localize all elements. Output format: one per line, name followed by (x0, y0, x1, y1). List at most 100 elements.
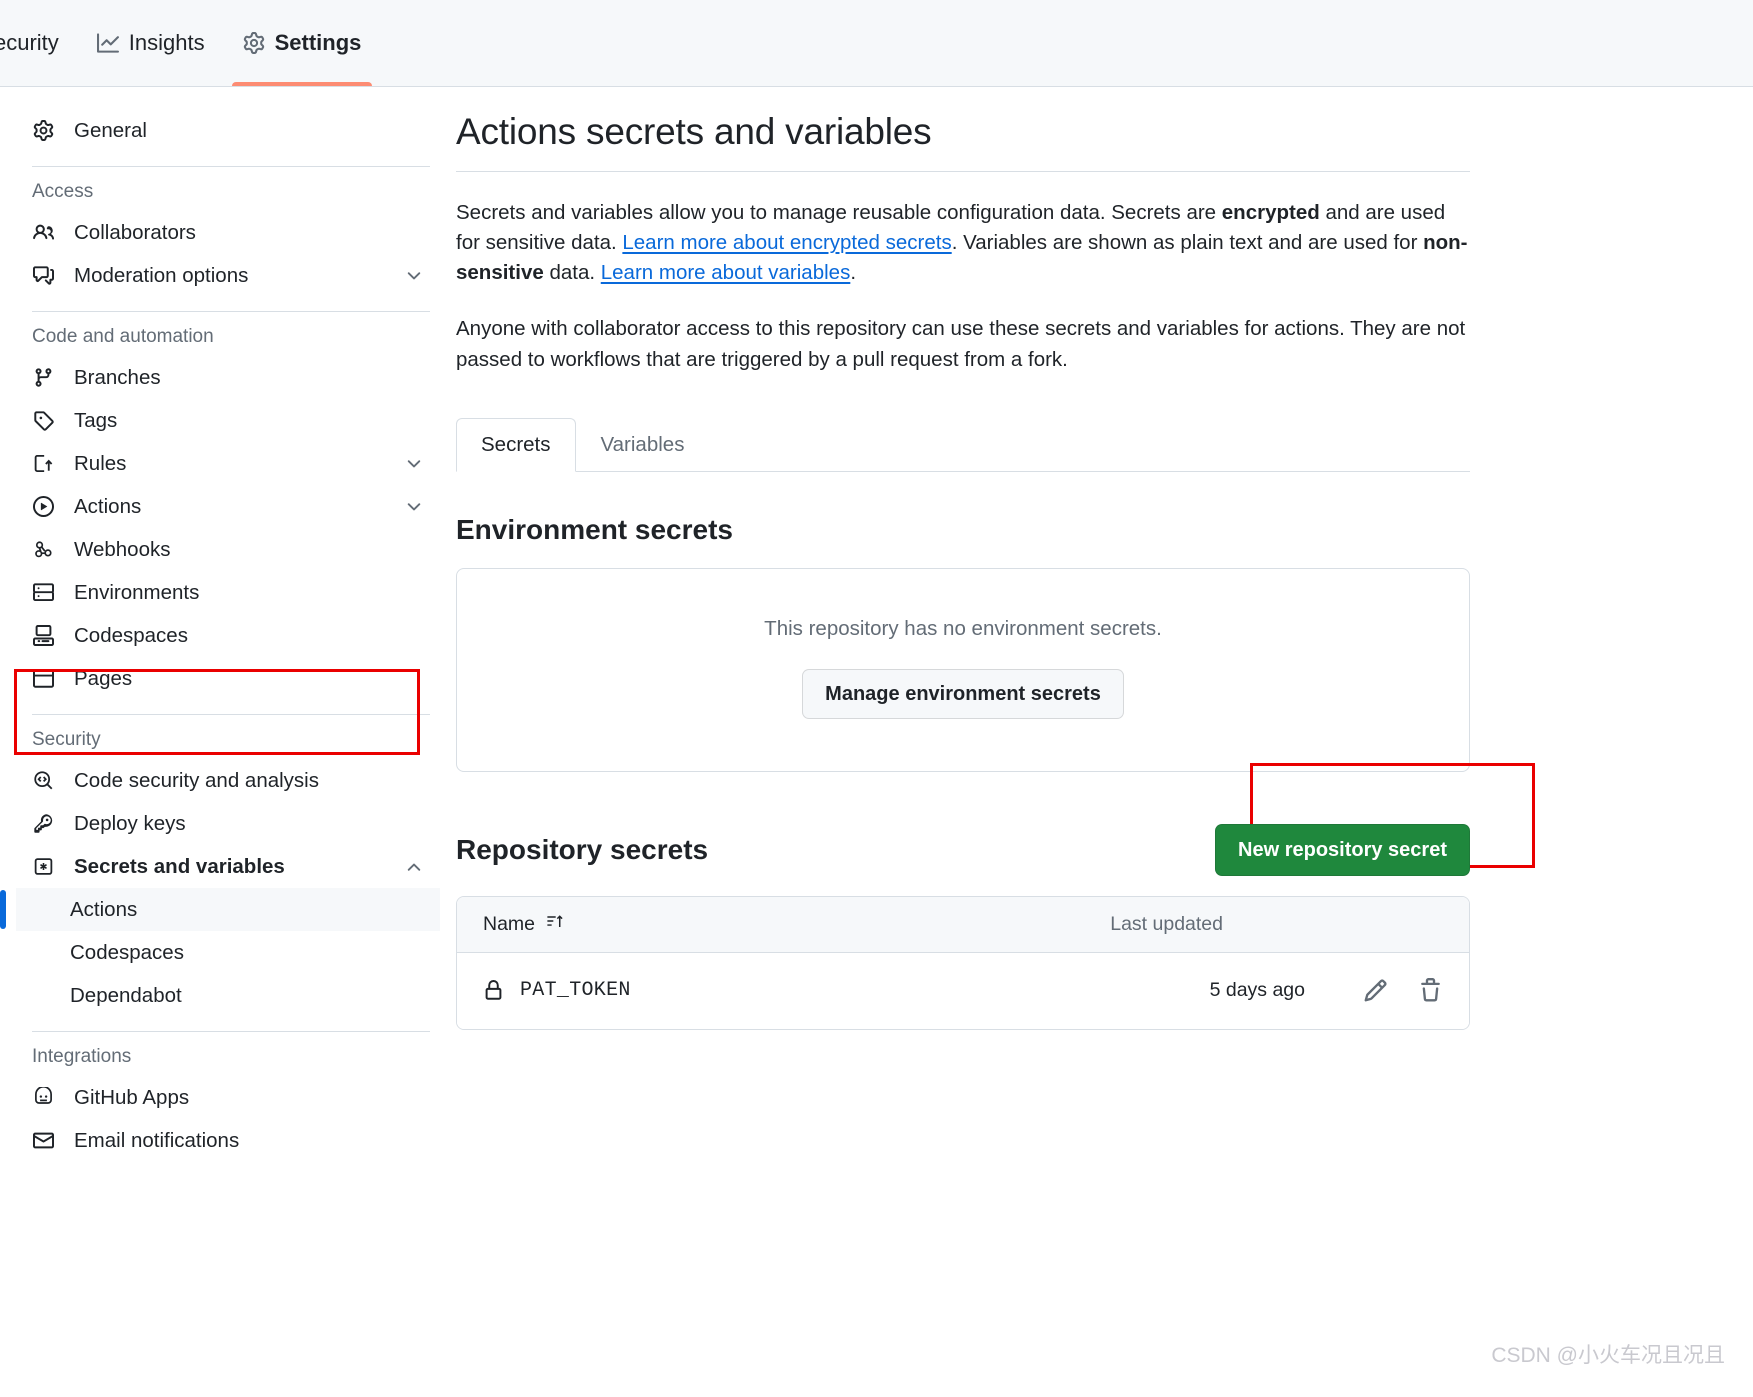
environment-secrets-empty-box: This repository has no environment secre… (456, 567, 1470, 772)
sidebar-item-webhooks[interactable]: Webhooks (16, 528, 440, 571)
repository-secrets-heading: Repository secrets (456, 833, 709, 865)
intro-text-3: . Variables are shown as plain text and … (951, 231, 1424, 255)
column-header-name-label: Name (483, 912, 536, 935)
manage-environment-secrets-button[interactable]: Manage environment secrets (802, 668, 1124, 719)
nav-item-settings-label: Settings (274, 30, 362, 55)
column-header-last-updated: Last updated (1110, 912, 1223, 935)
sidebar-divider (32, 166, 430, 167)
sidebar-divider (32, 1031, 430, 1032)
sidebar-subitem-dependabot-label: Dependabot (70, 983, 182, 1007)
column-header-name[interactable]: Name (483, 912, 564, 937)
sidebar-item-deploy-keys[interactable]: Deploy keys (16, 802, 440, 845)
nav-item-insights[interactable]: Insights (78, 0, 224, 86)
page-content: General Access Collaborators Moderation … (0, 87, 1753, 1162)
sidebar-item-codespaces-label: Codespaces (74, 623, 188, 647)
settings-sidebar: General Access Collaborators Moderation … (0, 87, 440, 1162)
sidebar-group-title-security: Security (32, 729, 101, 750)
sidebar-item-secrets-and-variables-label: Secrets and variables (74, 854, 285, 878)
sidebar-item-deploy-keys-label: Deploy keys (74, 811, 186, 835)
sidebar-group-title-code-and-automation: Code and automation (32, 326, 214, 347)
rules-icon (32, 453, 54, 474)
apps-icon (32, 1087, 54, 1108)
sidebar-item-general[interactable]: General (16, 109, 440, 152)
server-icon (32, 582, 54, 603)
new-repository-secret-button[interactable]: New repository secret (1215, 823, 1470, 876)
secrets-variables-tabs: Secrets Variables (456, 417, 1470, 472)
main-content: Actions secrets and variables Secrets an… (440, 87, 1535, 1030)
tab-secrets[interactable]: Secrets (456, 417, 576, 472)
repo-nav-bar: ecurity Insights Settings (0, 0, 1753, 87)
sidebar-item-moderation-options[interactable]: Moderation options (16, 254, 440, 297)
sidebar-item-rules[interactable]: Rules (16, 442, 440, 485)
link-learn-more-encrypted-secrets[interactable]: Learn more about encrypted secrets (622, 231, 951, 254)
intro-paragraph-1: Secrets and variables allow you to manag… (456, 198, 1470, 288)
sidebar-subitem-actions[interactable]: Actions (0, 888, 440, 931)
sidebar-item-tags[interactable]: Tags (16, 399, 440, 442)
graph-icon (96, 32, 119, 54)
secret-last-updated: 5 days ago (1209, 979, 1305, 1002)
nav-item-settings[interactable]: Settings (224, 0, 381, 86)
sort-ascending-icon[interactable] (545, 912, 564, 937)
chevron-down-icon[interactable] (404, 497, 424, 517)
comment-discussion-icon (32, 265, 54, 286)
chevron-down-icon[interactable] (404, 454, 424, 474)
play-icon (32, 496, 54, 517)
tag-icon (32, 410, 54, 431)
table-row[interactable]: PAT_TOKEN 5 days ago (457, 952, 1469, 1029)
sidebar-subitem-codespaces-label: Codespaces (70, 940, 184, 964)
sidebar-group-title-integrations: Integrations (32, 1046, 132, 1067)
tab-variables[interactable]: Variables (576, 418, 710, 472)
gear-icon (32, 120, 54, 141)
chevron-up-icon[interactable] (404, 857, 424, 877)
browser-icon (32, 668, 54, 689)
sidebar-item-code-security-and-analysis[interactable]: Code security and analysis (16, 759, 440, 802)
tab-variables-label: Variables (600, 432, 685, 456)
sidebar-divider (32, 311, 430, 312)
sidebar-item-tags-label: Tags (74, 408, 118, 432)
intro-text-4: data. (543, 261, 601, 285)
sidebar-item-branches-label: Branches (74, 365, 161, 389)
trash-icon[interactable] (1418, 978, 1443, 1003)
environment-secrets-heading: Environment secrets (456, 513, 733, 545)
sidebar-item-codespaces[interactable]: Codespaces (16, 614, 440, 657)
environment-secrets-empty-text: This repository has no environment secre… (764, 616, 1162, 640)
git-branch-icon (32, 367, 54, 388)
intro-text-5: . (850, 261, 857, 285)
nav-item-security[interactable]: ecurity (0, 0, 78, 86)
sidebar-subitem-dependabot[interactable]: Dependabot (16, 974, 440, 1017)
sidebar-item-secrets-and-variables[interactable]: Secrets and variables (16, 845, 440, 888)
sidebar-item-pages[interactable]: Pages (16, 657, 440, 700)
sidebar-item-actions[interactable]: Actions (16, 485, 440, 528)
sidebar-item-branches[interactable]: Branches (16, 356, 440, 399)
sidebar-item-actions-label: Actions (74, 494, 142, 518)
chevron-down-icon[interactable] (404, 266, 424, 286)
pencil-icon[interactable] (1363, 978, 1388, 1003)
repository-secrets-table: Name Last updated PAT_TOKEN 5 days ago (456, 895, 1470, 1030)
sidebar-item-collaborators[interactable]: Collaborators (16, 211, 440, 254)
sidebar-item-pages-label: Pages (74, 666, 133, 690)
table-header-row: Name Last updated (457, 896, 1469, 953)
key-icon (32, 813, 54, 834)
people-icon (32, 222, 54, 243)
sidebar-item-email-notifications[interactable]: Email notifications (16, 1119, 440, 1162)
sidebar-item-github-apps[interactable]: GitHub Apps (16, 1076, 440, 1119)
sidebar-item-webhooks-label: Webhooks (74, 537, 171, 561)
sidebar-group-title-access: Access (32, 181, 94, 202)
sidebar-item-collaborators-label: Collaborators (74, 220, 196, 244)
secret-name: PAT_TOKEN (520, 979, 631, 1003)
sidebar-item-moderation-options-label: Moderation options (74, 263, 249, 287)
sidebar-item-email-notifications-label: Email notifications (74, 1128, 240, 1152)
codescan-icon (32, 770, 54, 791)
link-learn-more-variables[interactable]: Learn more about variables (601, 261, 851, 284)
codespaces-icon (32, 625, 54, 646)
asterisk-key-icon (32, 856, 54, 877)
sidebar-item-rules-label: Rules (74, 451, 127, 475)
sidebar-item-environments-label: Environments (74, 580, 200, 604)
row-actions (1363, 978, 1443, 1003)
webhook-icon (32, 539, 54, 560)
sidebar-item-environments[interactable]: Environments (16, 571, 440, 614)
tab-secrets-label: Secrets (481, 432, 551, 456)
sidebar-divider (32, 714, 430, 715)
sidebar-subitem-codespaces[interactable]: Codespaces (16, 931, 440, 974)
repository-secrets-header: Repository secrets New repository secret (456, 762, 1535, 876)
